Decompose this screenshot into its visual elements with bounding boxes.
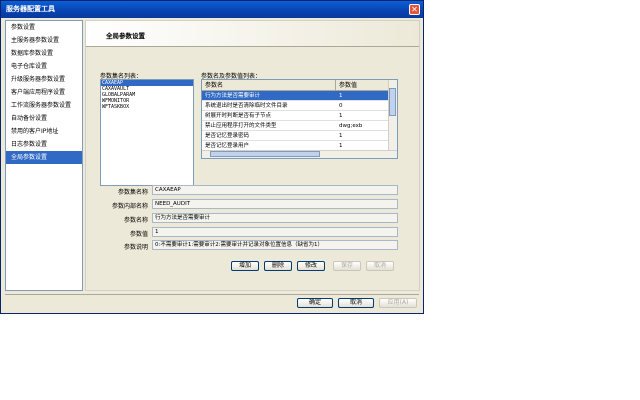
internal-name-field[interactable]: NEED_AUDIT	[152, 199, 398, 209]
set-name-field[interactable]: CAXAEAP	[152, 185, 398, 195]
table-row[interactable]: 系统退出时是否清除临时文件目录 0	[202, 101, 391, 111]
cell-name: 系统退出时是否清除临时文件目录	[202, 101, 336, 111]
param-name-field[interactable]: 行为方法是否需要审计	[152, 213, 398, 223]
table-row[interactable]: 是否记忆登录密码 1	[202, 131, 391, 141]
ok-button[interactable]: 确定	[297, 298, 333, 308]
sidebar-item-workflow-server[interactable]: 工作流服务器参数设置	[6, 99, 82, 112]
cell-name: 禁止应用程序打开的文件类型	[202, 121, 336, 131]
grid-vertical-scrollbar[interactable]	[388, 80, 397, 158]
sidebar-item-global-params[interactable]: 全局参数设置	[6, 151, 82, 164]
cell-value: 1	[336, 111, 391, 121]
sidebar-item-upgrade-server[interactable]: 升级服务器参数设置	[6, 73, 82, 86]
close-icon[interactable]: ✕	[409, 4, 420, 15]
server-config-window: 服务器配置工具 ✕ 参数设置 主服务器参数设置 数据库参数设置 电子仓库设置 升…	[0, 0, 424, 314]
set-name-label: 参数集名称	[117, 189, 148, 196]
sidebar-item-blocked-ips[interactable]: 禁用的客户IP地址	[6, 125, 82, 138]
sidebar: 参数设置 主服务器参数设置 数据库参数设置 电子仓库设置 升级服务器参数设置 客…	[5, 20, 83, 291]
grid-horizontal-scrollbar[interactable]	[202, 150, 397, 158]
cell-name: 树展开时判断是否有子节点	[202, 111, 336, 121]
apply-button[interactable]: 应用(A)	[379, 298, 417, 308]
cell-name: 是否记忆登录密码	[202, 131, 336, 141]
add-button[interactable]: 增加	[231, 261, 259, 271]
table-row[interactable]: 禁止应用程序打开的文件类型 dwg;exb	[202, 121, 391, 131]
description-field[interactable]: 0:不需要审计1:需要审计2:需要审计并记录对象位置信息（缺省为1）	[152, 240, 398, 250]
cell-value: dwg;exb	[336, 121, 391, 131]
window-title: 服务器配置工具	[6, 5, 55, 13]
cell-value: 0	[336, 101, 391, 111]
page-title: 全局参数设置	[106, 32, 145, 40]
table-row[interactable]: 行为方法是否需要审计 1	[202, 91, 391, 101]
internal-name-label: 参数内部名称	[111, 203, 148, 210]
scroll-thumb[interactable]	[389, 88, 396, 116]
cell-value: 1	[336, 91, 391, 101]
footer-divider	[5, 294, 419, 295]
modify-button[interactable]: 修改	[297, 261, 325, 271]
cell-value: 1	[336, 131, 391, 141]
sidebar-item-auto-backup[interactable]: 自动备份设置	[6, 112, 82, 125]
table-row[interactable]: 树展开时判断是否有子节点 1	[202, 111, 391, 121]
save-button[interactable]: 保存	[333, 261, 361, 271]
scroll-thumb[interactable]	[210, 151, 320, 157]
list-item[interactable]: WFTASKBOX	[101, 104, 193, 110]
sidebar-item-log-params[interactable]: 日志参数设置	[6, 138, 82, 151]
description-label: 参数说明	[123, 244, 148, 251]
grid-header: 参数名 参数值	[202, 80, 397, 91]
column-header-name[interactable]: 参数名	[202, 80, 336, 91]
sidebar-item-client-apps[interactable]: 客户端应用程序设置	[6, 86, 82, 99]
delete-button[interactable]: 删除	[264, 261, 292, 271]
sidebar-item-vault[interactable]: 电子仓库设置	[6, 60, 82, 73]
title-bar: 服务器配置工具 ✕	[1, 1, 423, 18]
sidebar-item-database[interactable]: 数据库参数设置	[6, 47, 82, 60]
cell-name: 行为方法是否需要审计	[202, 91, 336, 101]
param-set-listbox[interactable]: CAXAEAP CAXAVAULT GLOBALPARAM WFMONITOR …	[100, 79, 194, 186]
sidebar-item-params[interactable]: 参数设置	[6, 21, 82, 34]
sidebar-item-main-server[interactable]: 主服务器参数设置	[6, 34, 82, 47]
param-grid[interactable]: 参数名 参数值 行为方法是否需要审计 1 系统退出时是否清除临时文件目录 0 树…	[201, 79, 398, 159]
content-panel: 全局参数设置 参数集名列表： CAXAEAP CAXAVAULT GLOBALP…	[85, 20, 420, 291]
content-header: 全局参数设置	[86, 21, 419, 47]
param-value-field[interactable]: 1	[152, 227, 398, 237]
column-header-value[interactable]: 参数值	[336, 80, 391, 91]
cancel-button[interactable]: 取消	[338, 298, 374, 308]
cancel-edit-button[interactable]: 取消	[366, 261, 394, 271]
param-value-label: 参数值	[129, 231, 148, 238]
param-name-label: 参数名称	[123, 217, 148, 224]
